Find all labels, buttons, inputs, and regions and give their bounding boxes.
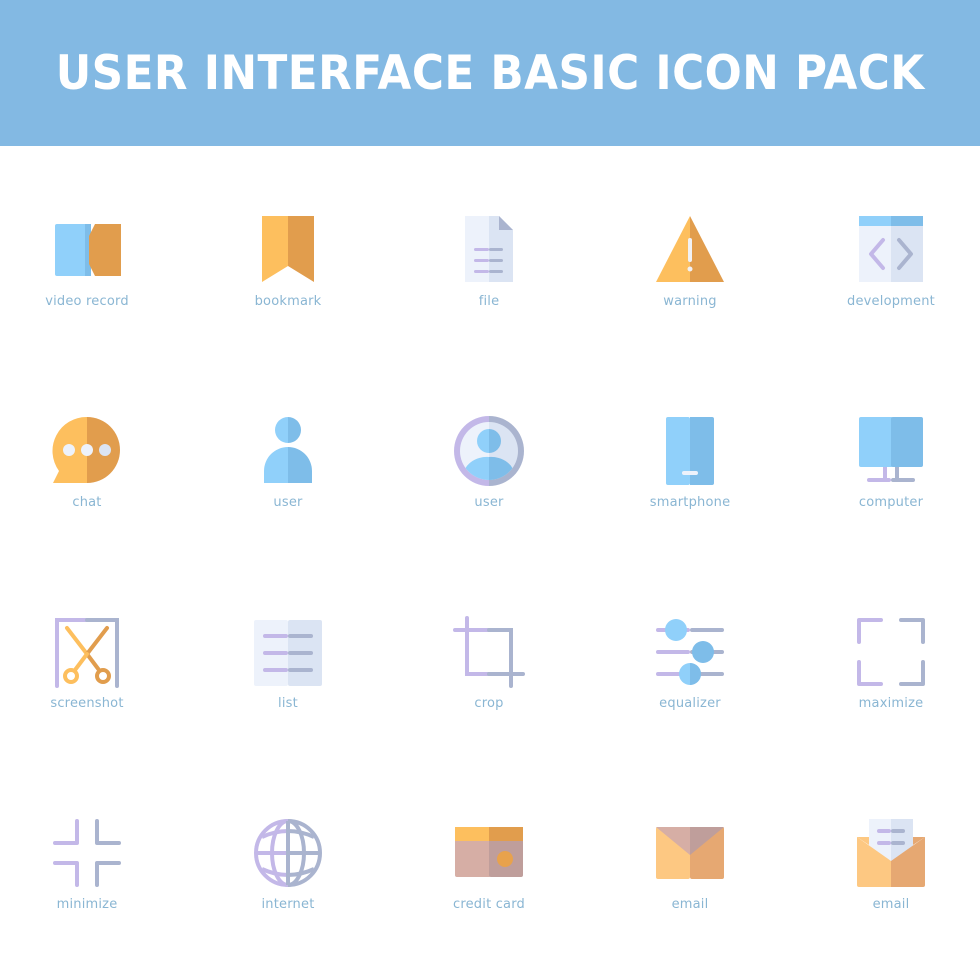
icon-tile: computer [791,415,980,535]
smartphone-icon [666,417,714,485]
icon-tile: bookmark [188,214,388,334]
icon-tile: maximize [791,616,980,736]
icon-label: screenshot [50,696,124,711]
icon-tile: email [590,817,790,937]
icon-tile: email [791,817,980,937]
chat-icon [52,416,120,483]
icon-tile: video record [0,214,187,334]
equalizer-icon [656,619,724,685]
icon-tile: equalizer [590,616,790,736]
icon-tile: user [188,415,388,535]
icon-tile: file [389,214,589,334]
icon-label: list [278,696,298,711]
icon-label: video record [45,294,129,309]
user-circle-icon [454,416,524,486]
video-record-icon [55,224,121,276]
icon-label: crop [474,696,504,711]
icon-label: email [872,897,910,912]
icon-tile: chat [0,415,187,535]
icon-tile: user [389,415,589,535]
icon-tile: credit card [389,817,589,937]
icon-label: development [847,294,935,309]
page-title: USER INTERFACE BASIC ICON PACK [55,45,925,101]
email-icon [656,827,724,879]
icon-grid: video record bookmark file warning devel… [0,146,980,980]
icon-tile: crop [389,616,589,736]
header-banner: USER INTERFACE BASIC ICON PACK [0,0,980,146]
icon-label: credit card [453,897,525,912]
icon-label: internet [261,897,315,912]
screenshot-icon [55,618,119,688]
internet-icon [254,819,322,887]
icon-label: computer [858,495,924,510]
icon-label: bookmark [254,294,322,309]
icon-label: maximize [858,696,924,711]
icon-label: chat [72,495,102,510]
icon-tile: internet [188,817,388,937]
minimize-icon [53,819,121,887]
maximize-icon [857,618,925,686]
icon-label: warning [663,294,717,309]
user-icon [264,417,312,483]
icon-tile: minimize [0,817,187,937]
icon-label: user [273,495,303,510]
icon-label: file [478,294,500,309]
file-icon [465,216,513,282]
crop-icon [453,616,525,688]
icon-label: equalizer [659,696,721,711]
icon-label: email [671,897,709,912]
icon-tile: development [791,214,980,334]
icon-tile: smartphone [590,415,790,535]
icon-tile: list [188,616,388,736]
icon-tile: warning [590,214,790,334]
icon-tile: screenshot [0,616,187,736]
icon-label: user [474,495,504,510]
credit-card-icon [455,827,523,877]
icon-label: minimize [56,897,118,912]
bookmark-icon [262,216,314,282]
list-icon [254,620,322,686]
email-open-icon [857,819,925,887]
warning-icon [656,216,724,282]
development-icon [859,216,923,282]
icon-label: smartphone [649,495,731,510]
computer-icon [859,417,923,482]
